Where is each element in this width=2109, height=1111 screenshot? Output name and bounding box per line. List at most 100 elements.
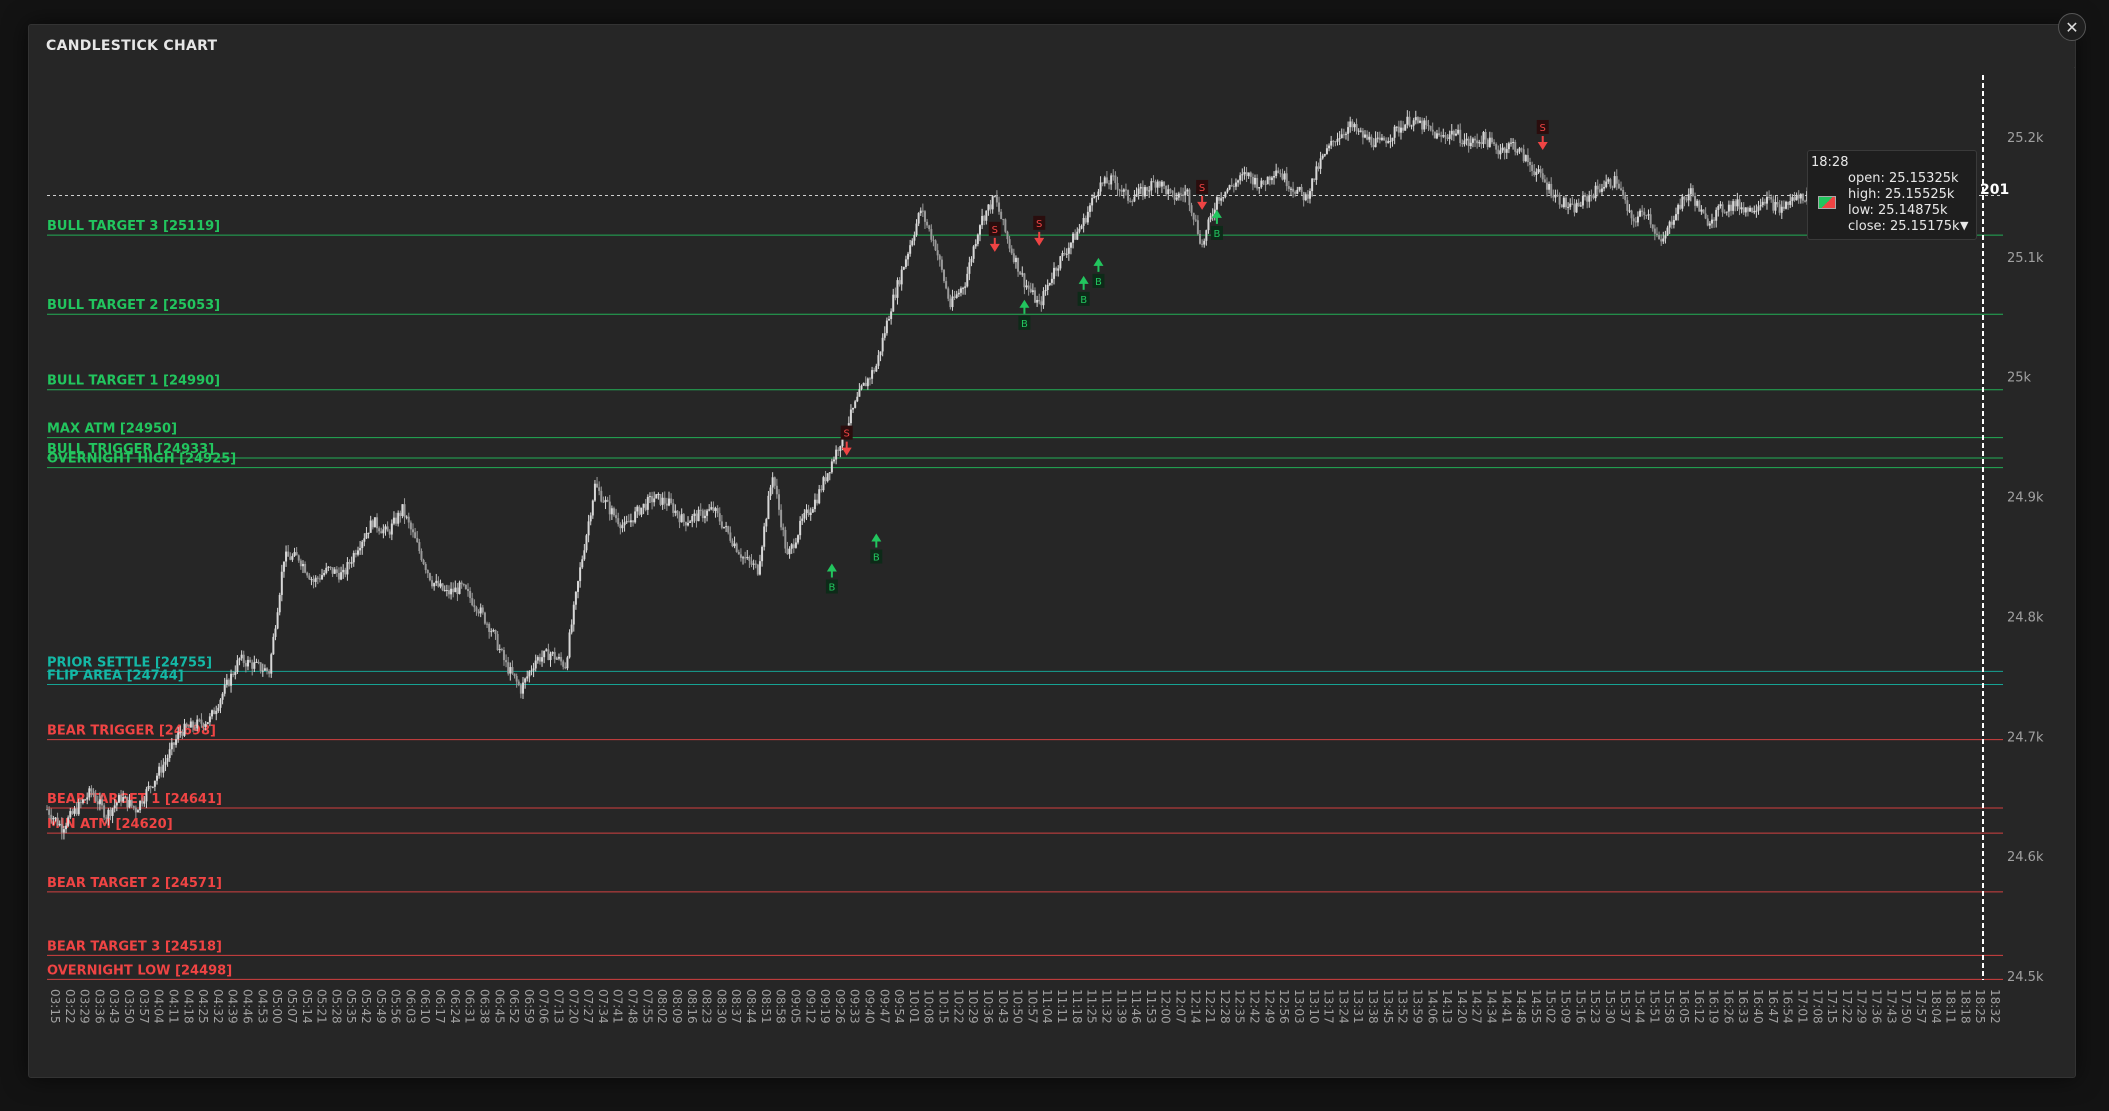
tooltip-dropdown-icon[interactable]: ▼ (1960, 219, 1968, 232)
x-tick-label: 06:31 (463, 989, 477, 1024)
candle-body (1727, 204, 1730, 212)
candle-body (346, 562, 349, 575)
candle-body (714, 508, 717, 511)
candle-body (1116, 183, 1119, 190)
x-tick-label: 04:53 (255, 989, 269, 1024)
x-tick-label: 05:49 (374, 989, 388, 1024)
candle-body (494, 630, 497, 635)
candle-body (881, 337, 884, 352)
candle-body (1063, 253, 1066, 255)
candle-body (562, 661, 565, 667)
x-tick-label: 14:41 (1499, 989, 1513, 1024)
candle-body (390, 523, 393, 535)
candle-body (52, 817, 55, 820)
candle-body (1689, 188, 1692, 195)
candle-body (949, 298, 952, 308)
candle-body (1600, 188, 1603, 192)
candle-body (1395, 126, 1398, 128)
candle-body (1749, 207, 1752, 212)
candlestick-chart[interactable]: BULL TARGET 3 [25119] BULL TARGET 2 [2505… (0, 0, 2109, 1111)
candle-body (659, 494, 662, 505)
candle-body (1522, 149, 1525, 162)
candle-body (1495, 143, 1498, 150)
candle-body (1380, 137, 1383, 140)
candle-body (822, 477, 825, 491)
x-tick-label: 11:39 (1114, 989, 1128, 1024)
x-tick-label: 12:00 (1159, 989, 1173, 1024)
candle-body (490, 631, 493, 633)
candle-body (1607, 179, 1610, 182)
sell-signal-label: S (1199, 183, 1205, 194)
candle-body (274, 628, 277, 637)
candle-body (1205, 230, 1208, 241)
buy-signal-label: B (1095, 277, 1102, 288)
candle-body (515, 676, 518, 682)
candle-body (1148, 190, 1151, 192)
candle-body (665, 503, 668, 506)
candle-body (1232, 185, 1235, 187)
candle-body (156, 775, 159, 781)
candle-body (995, 196, 998, 203)
candle-body (363, 538, 366, 542)
candle-body (1029, 288, 1032, 293)
candle-body (932, 239, 935, 241)
candle-body (1454, 133, 1457, 136)
candle-body (1353, 124, 1356, 128)
x-tick-label: 17:15 (1825, 989, 1839, 1024)
candle-body (1342, 134, 1345, 136)
candle-body (583, 550, 586, 560)
candle-body (938, 255, 941, 260)
candle-body (270, 654, 273, 674)
candle-body (1463, 140, 1466, 145)
candle-body (1524, 155, 1527, 162)
candle-body (1374, 138, 1377, 148)
candle-body (682, 514, 685, 522)
candle-body (1169, 189, 1172, 191)
candle-body (765, 519, 768, 527)
x-tick-label: 15:23 (1588, 989, 1602, 1024)
x-tick-label: 13:45 (1381, 989, 1395, 1024)
candle-body (1787, 201, 1790, 205)
candle-body (1501, 147, 1504, 151)
x-tick-label: 16:12 (1692, 989, 1706, 1024)
candle-body (1315, 166, 1318, 180)
candle-body (356, 550, 359, 555)
candle-body (1273, 176, 1276, 178)
candle-body (1296, 189, 1299, 194)
candle-body (1520, 148, 1523, 150)
x-tick-label: 10:01 (907, 989, 921, 1024)
x-tick-label: 17:22 (1840, 989, 1854, 1024)
x-tick-label: 18:11 (1944, 989, 1958, 1024)
candle-body (1793, 197, 1796, 201)
candle-body (371, 520, 374, 528)
candle-body (1171, 190, 1174, 193)
candle-body (888, 318, 891, 321)
candle-body (936, 250, 939, 256)
candle-body (1611, 186, 1614, 188)
candle-body (797, 535, 800, 543)
candle-body (1334, 141, 1337, 143)
candle-body (60, 823, 63, 833)
candle-body (1486, 139, 1489, 148)
candle-body (818, 489, 821, 504)
candle-body (1448, 134, 1451, 139)
candle-body (475, 607, 478, 612)
candle-body (103, 805, 106, 818)
candle-body (1101, 182, 1104, 184)
candle-body (1131, 201, 1134, 203)
candle-body (136, 810, 139, 813)
candle-body (1516, 151, 1519, 153)
candle-body (729, 532, 732, 541)
candle-body (1137, 188, 1140, 195)
candle-body (1215, 197, 1218, 210)
candle-body (1143, 187, 1146, 197)
buy-signal-label: B (1080, 295, 1087, 306)
candle-body (1325, 148, 1328, 154)
candle-body (1791, 197, 1794, 202)
candle-body (1776, 202, 1779, 205)
candle-body (987, 204, 990, 211)
candle-body (733, 543, 736, 547)
candle-body (1247, 172, 1250, 177)
x-tick-label: 06:38 (477, 989, 491, 1024)
candle-body (541, 657, 544, 662)
